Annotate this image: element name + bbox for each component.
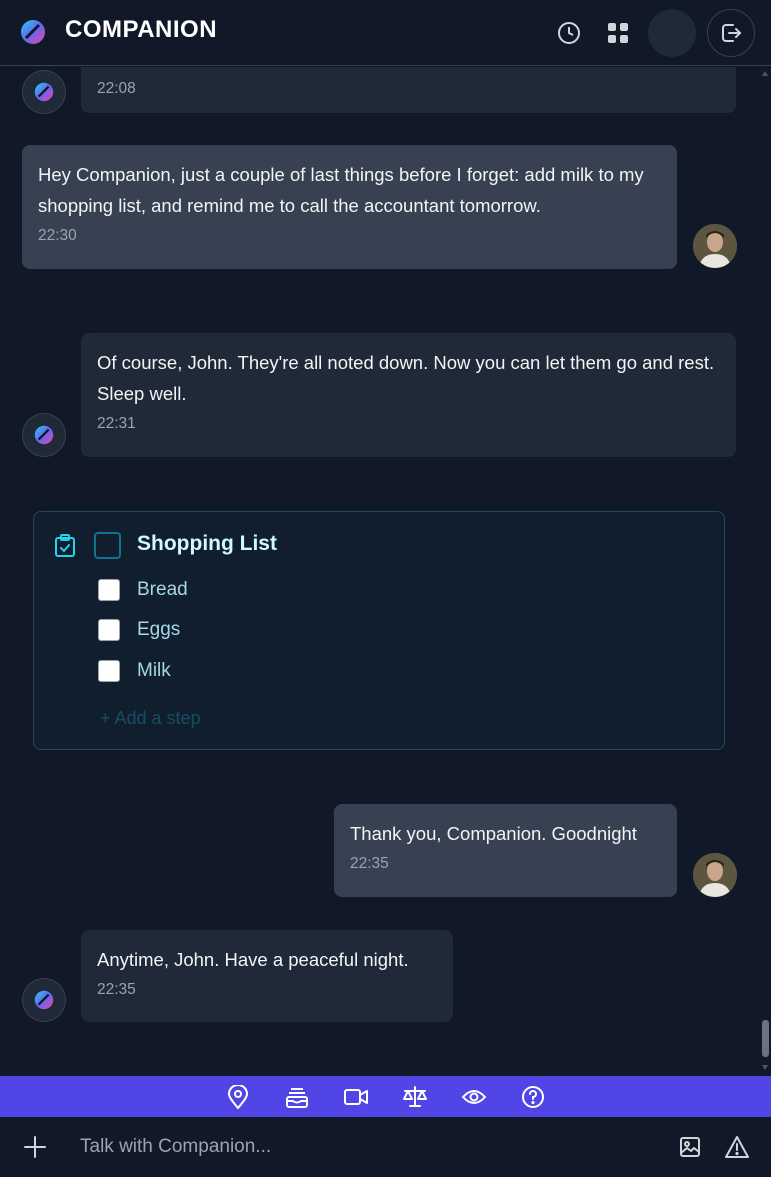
logout-icon [722, 24, 742, 42]
task-card: Shopping List Bread Eggs Milk + Add a st… [33, 511, 725, 750]
user-photo [693, 224, 737, 268]
app-header: COMPANION [0, 0, 771, 66]
task-step[interactable]: Milk [98, 660, 171, 682]
composer-bar [0, 1117, 771, 1177]
add-attachment-icon[interactable] [22, 1134, 48, 1160]
action-toolbar [0, 1076, 771, 1117]
message-text: Hey Companion, just a couple of last thi… [38, 164, 644, 216]
companion-logo [21, 20, 45, 44]
user-photo [693, 853, 737, 897]
companion-logo-icon [34, 425, 54, 445]
step-checkbox[interactable] [98, 579, 120, 601]
add-step-button[interactable]: + Add a step [100, 708, 201, 729]
location-button[interactable] [209, 1076, 268, 1117]
step-label: Eggs [137, 619, 181, 640]
logout-button[interactable] [707, 9, 755, 57]
archive-button[interactable] [268, 1076, 327, 1117]
step-checkbox[interactable] [98, 660, 120, 682]
video-camera-icon [344, 1088, 368, 1105]
message-text: Thank you, Companion. Goodnight [350, 823, 637, 844]
watch-button[interactable] [445, 1076, 504, 1117]
bot-message: Anytime, John. Have a peaceful night. 22… [81, 930, 453, 1022]
task-complete-checkbox[interactable] [94, 532, 121, 559]
balance-button[interactable] [386, 1076, 445, 1117]
companion-logo-icon [34, 990, 54, 1010]
chat-scrollbar[interactable] [759, 67, 771, 1076]
location-pin-icon [227, 1084, 249, 1109]
message-time: 22:08 [97, 80, 136, 97]
step-label: Bread [137, 579, 188, 600]
user-message: Thank you, Companion. Goodnight 22:35 [334, 804, 677, 897]
companion-avatar [22, 70, 66, 114]
clipboard-check-icon [55, 534, 75, 557]
scales-icon [403, 1085, 427, 1107]
message-time: 22:31 [97, 415, 136, 432]
user-avatar [693, 224, 737, 268]
companion-logo-icon [34, 82, 54, 102]
app-title: COMPANION [65, 16, 218, 43]
message-text: Anytime, John. Have a peaceful night. [97, 949, 409, 970]
message-time: 22:35 [350, 855, 389, 872]
companion-avatar [22, 978, 66, 1022]
help-button[interactable] [504, 1076, 563, 1117]
scrollbar-graphic [762, 71, 769, 1070]
history-icon [558, 22, 580, 44]
message-time: 22:30 [38, 227, 77, 244]
voice-waveform-icon [661, 24, 683, 42]
bot-message: Of course, John. They're all noted down.… [81, 333, 736, 457]
video-button[interactable] [327, 1076, 386, 1117]
bot-message: 22:08 [81, 67, 736, 113]
step-label: Milk [137, 660, 171, 681]
history-button[interactable] [545, 9, 593, 57]
step-checkbox[interactable] [98, 619, 120, 641]
user-avatar [693, 853, 737, 897]
alert-triangle-icon[interactable] [724, 1135, 750, 1159]
user-message: Hey Companion, just a couple of last thi… [22, 145, 677, 269]
eye-icon [461, 1089, 487, 1104]
apps-button[interactable] [594, 9, 642, 57]
voice-button[interactable] [648, 9, 696, 57]
help-circle-icon [522, 1085, 544, 1108]
task-step[interactable]: Eggs [98, 619, 180, 641]
inbox-stack-icon [286, 1087, 308, 1108]
message-text: Of course, John. They're all noted down.… [97, 352, 715, 404]
chat-thread[interactable]: 22:08 Hey Companion, just a couple of la… [0, 67, 771, 1076]
message-input[interactable] [66, 1127, 656, 1167]
apps-grid-icon [608, 23, 628, 43]
companion-avatar [22, 413, 66, 457]
message-time: 22:35 [97, 981, 136, 998]
task-title: Shopping List [137, 532, 277, 555]
task-step[interactable]: Bread [98, 579, 188, 601]
image-upload-icon[interactable] [678, 1135, 702, 1159]
